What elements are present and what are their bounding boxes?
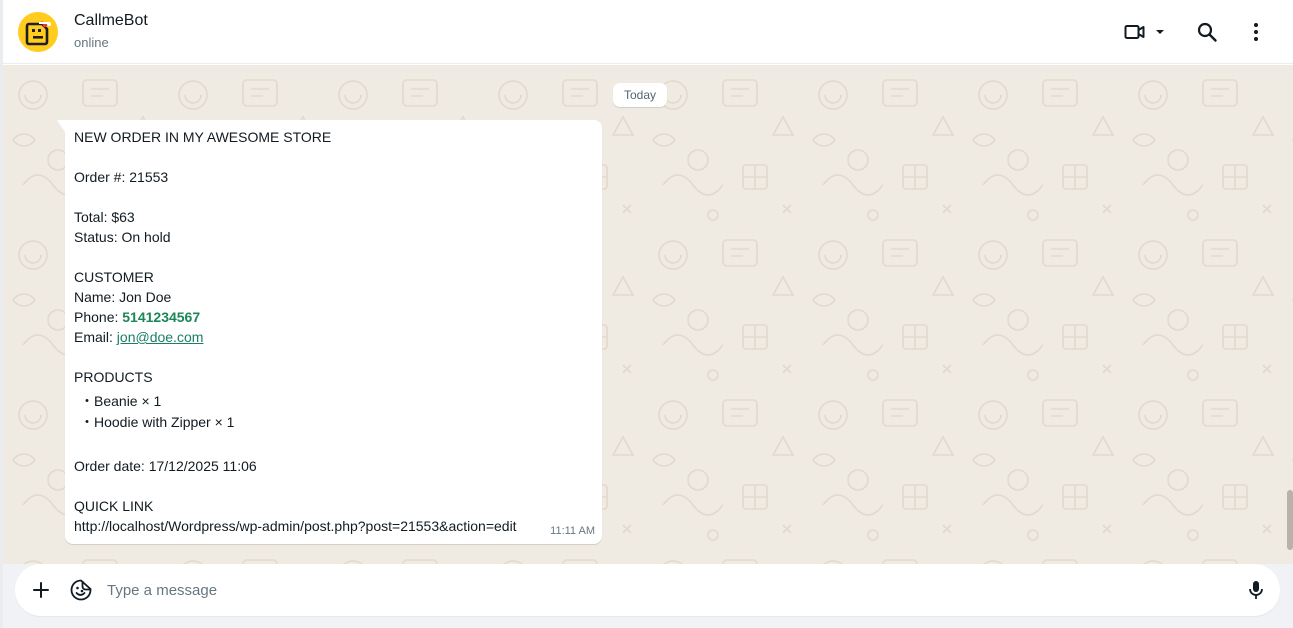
- quick-link-heading: QUICK LINK: [74, 498, 154, 514]
- chat-window: CallmeBot online Today NEW ORDER IN MY A…: [0, 0, 1293, 628]
- products-heading: PRODUCTS: [74, 369, 153, 385]
- phone-link[interactable]: 5141234567: [122, 309, 200, 325]
- scrollbar[interactable]: [1287, 490, 1293, 550]
- order-date: Order date: 17/12/2025 11:06: [74, 458, 257, 474]
- phone-label: Phone:: [74, 309, 123, 325]
- product-item: ・Hoodie with Zipper × 1: [80, 414, 235, 430]
- microphone-icon[interactable]: [1244, 578, 1268, 602]
- customer-name: Name: Jon Doe: [74, 289, 172, 305]
- incoming-message-bubble[interactable]: NEW ORDER IN MY AWESOME STORE Order #: 2…: [57, 120, 602, 544]
- chat-header: CallmeBot online: [3, 0, 1293, 64]
- order-number: Order #: 21553: [74, 169, 169, 185]
- order-status: Status: On hold: [74, 229, 171, 245]
- bubble-tail: [57, 120, 65, 132]
- contact-status: online: [74, 35, 109, 50]
- avatar[interactable]: [18, 12, 58, 52]
- message-input[interactable]: [107, 577, 1227, 603]
- video-call-icon[interactable]: [1123, 20, 1147, 44]
- message-time: 11:11 AM: [550, 525, 595, 537]
- customer-phone-row: Phone: 5141234567: [74, 307, 593, 327]
- quick-link-url: http://localhost/Wordpress/wp-admin/post…: [74, 518, 517, 534]
- email-link[interactable]: jon@doe.com: [117, 329, 204, 345]
- order-total: Total: $63: [74, 209, 135, 225]
- date-chip: Today: [613, 83, 668, 107]
- customer-email-row: Email: jon@doe.com: [74, 327, 593, 347]
- bot-avatar-icon: [18, 12, 58, 52]
- composer-footer: [3, 564, 1293, 628]
- chevron-down-icon[interactable]: [1153, 20, 1167, 44]
- message-list[interactable]: Today NEW ORDER IN MY AWESOME STORE Orde…: [3, 65, 1293, 564]
- email-label: Email:: [74, 329, 117, 345]
- more-vertical-icon[interactable]: [1244, 20, 1268, 44]
- product-item: ・Beanie × 1: [80, 393, 162, 409]
- contact-name[interactable]: CallmeBot: [74, 12, 148, 30]
- plus-icon[interactable]: [29, 578, 53, 602]
- sticker-icon[interactable]: [69, 578, 93, 602]
- message-title: NEW ORDER IN MY AWESOME STORE: [74, 129, 332, 145]
- composer: [15, 564, 1280, 616]
- customer-heading: CUSTOMER: [74, 269, 154, 285]
- search-icon[interactable]: [1195, 20, 1219, 44]
